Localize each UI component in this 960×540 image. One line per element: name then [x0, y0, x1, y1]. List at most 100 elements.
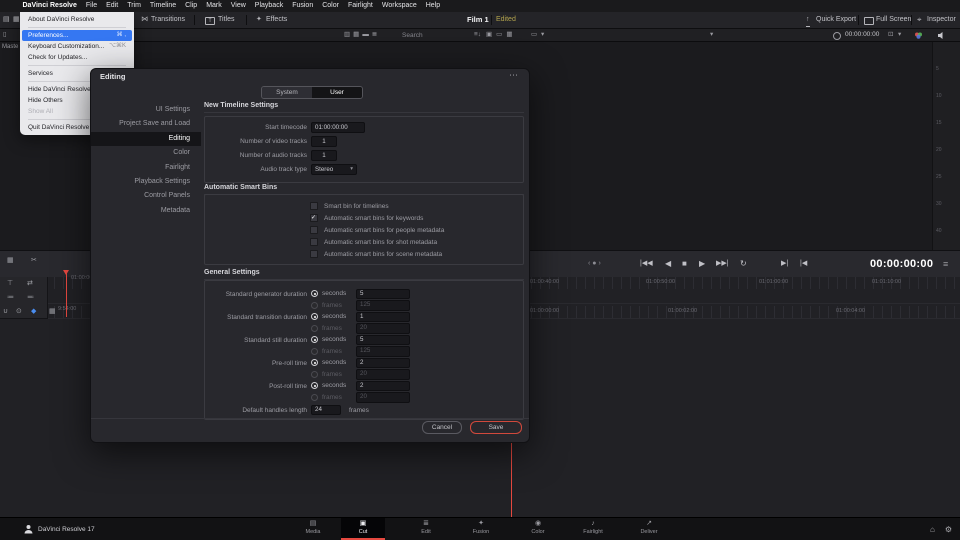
- page-tab[interactable]: ↗ Deliver: [627, 518, 671, 540]
- page-tab[interactable]: ◉ Color: [516, 518, 560, 540]
- inspector-button[interactable]: Inspector: [927, 12, 956, 28]
- prefs-sidebar-item[interactable]: Metadata: [91, 204, 201, 218]
- go-to-end-button[interactable]: ▶▶|: [716, 251, 729, 277]
- edit-tool-icon[interactable]: ⊙: [16, 307, 22, 315]
- full-screen-button[interactable]: Full Screen: [876, 12, 911, 28]
- prefs-sidebar-item[interactable]: Project Save and Load: [91, 117, 201, 131]
- prefs-sidebar-item[interactable]: Fairlight: [91, 161, 201, 175]
- chevron-down-icon[interactable]: ▾: [541, 29, 544, 41]
- search-input[interactable]: [400, 30, 466, 41]
- speaker-icon[interactable]: [938, 32, 946, 39]
- settings-gear-icon[interactable]: ⚙: [945, 525, 952, 534]
- seconds-radio[interactable]: [311, 382, 318, 390]
- seconds-field[interactable]: 1: [356, 311, 410, 322]
- menubar-item[interactable]: Edit: [102, 0, 123, 12]
- seconds-radio[interactable]: [311, 290, 318, 298]
- play-button[interactable]: ▶: [699, 251, 705, 277]
- media-pool-icon[interactable]: ▤: [3, 12, 10, 28]
- menu-item[interactable]: About DaVinci Resolve: [20, 14, 134, 25]
- viewer-mode-icon[interactable]: ▣: [486, 29, 492, 41]
- frames-radio[interactable]: [311, 347, 318, 355]
- prefs-sidebar-item[interactable]: Control Panels: [91, 189, 201, 203]
- menubar-item[interactable]: Timeline: [145, 0, 180, 12]
- go-to-start-button[interactable]: |◀◀: [640, 251, 653, 277]
- checkbox[interactable]: [310, 202, 318, 210]
- page-tab[interactable]: ≣ Edit: [404, 518, 448, 540]
- view-mode-icon[interactable]: ▦: [353, 29, 359, 41]
- prefs-tab[interactable]: User: [312, 87, 362, 98]
- checkbox[interactable]: [310, 214, 318, 222]
- menubar-item[interactable]: Trim: [123, 0, 146, 12]
- timeline-options-menu-icon[interactable]: ≡: [943, 251, 948, 277]
- audio-track-type-select[interactable]: Stereo ▾: [311, 164, 357, 176]
- view-mode-icon[interactable]: ≣: [372, 29, 377, 41]
- prefs-tab[interactable]: System: [262, 87, 312, 98]
- menubar-item[interactable]: Color: [318, 0, 344, 12]
- cancel-button[interactable]: Cancel: [422, 421, 462, 434]
- seconds-radio[interactable]: [311, 359, 318, 367]
- menu-item[interactable]: [28, 65, 126, 66]
- view-mode-icon[interactable]: ▬: [362, 29, 369, 41]
- seconds-field[interactable]: 2: [356, 357, 410, 368]
- seconds-radio[interactable]: [311, 336, 318, 344]
- prefs-sidebar-item[interactable]: UI Settings: [91, 103, 201, 117]
- main-playhead-line[interactable]: [511, 443, 512, 518]
- frames-field[interactable]: 20: [356, 323, 410, 334]
- seconds-field[interactable]: 5: [356, 288, 410, 299]
- panel-toggle-icon[interactable]: ▯: [3, 29, 7, 41]
- audio-tracks-field[interactable]: 1: [311, 149, 337, 161]
- frames-field[interactable]: 20: [356, 369, 410, 380]
- mini-playhead-line[interactable]: [66, 273, 67, 317]
- frames-field[interactable]: 125: [356, 346, 410, 357]
- go-to-in-button[interactable]: |◀: [800, 251, 807, 277]
- stop-button[interactable]: ■: [682, 251, 687, 277]
- menubar-item[interactable]: Help: [421, 0, 444, 12]
- menu-item[interactable]: [28, 27, 126, 28]
- sort-icon[interactable]: ≡↓: [474, 29, 481, 41]
- menubar-item[interactable]: DaVinci Resolve: [18, 0, 81, 12]
- video-tracks-field[interactable]: 1: [311, 135, 337, 147]
- view-mode-icon[interactable]: ▥: [344, 29, 350, 41]
- edit-tool-icon[interactable]: ✂: [31, 256, 37, 264]
- seconds-field[interactable]: 2: [356, 380, 410, 391]
- checkbox[interactable]: [310, 238, 318, 246]
- frames-field[interactable]: 125: [356, 300, 410, 311]
- page-tab[interactable]: ♪ Fairlight: [571, 518, 615, 540]
- play-reverse-button[interactable]: ◀: [665, 251, 671, 277]
- menubar-item[interactable]: Fairlight: [343, 0, 377, 12]
- zoom-tool-icon[interactable]: ⊡: [888, 29, 893, 41]
- edit-tool-icon[interactable]: ≔: [7, 293, 14, 301]
- edit-tool-icon[interactable]: ∪: [3, 307, 8, 315]
- edit-tool-icon[interactable]: ⇄: [27, 279, 33, 287]
- dialog-options-icon[interactable]: ⋯: [509, 70, 519, 81]
- frames-radio[interactable]: [311, 393, 318, 401]
- chevron-down-icon[interactable]: ▾: [898, 29, 901, 41]
- titles-button[interactable]: Titles: [218, 12, 234, 28]
- menu-item[interactable]: Preferences... ⌘ ,: [22, 30, 132, 41]
- menu-item[interactable]: Keyboard Customization... ⌥⌘K: [20, 41, 134, 52]
- loop-button[interactable]: ↻: [740, 251, 747, 277]
- transitions-button[interactable]: Transitions: [151, 12, 185, 28]
- page-tab[interactable]: ✦ Fusion: [459, 518, 503, 540]
- prefs-sidebar-item[interactable]: Color: [91, 146, 201, 160]
- checkbox[interactable]: [310, 226, 318, 234]
- frames-radio[interactable]: [311, 370, 318, 378]
- edit-tool-icon[interactable]: ▦: [49, 307, 56, 315]
- prefs-sidebar-item[interactable]: Playback Settings: [91, 175, 201, 189]
- go-to-out-button[interactable]: ▶|: [781, 251, 788, 277]
- menubar-item[interactable]: Fusion: [288, 0, 318, 12]
- viewer-mode-icon[interactable]: ▦: [506, 29, 512, 41]
- start-timecode-field[interactable]: 01:00:00:00: [311, 121, 365, 133]
- edit-tool-icon[interactable]: ◆: [31, 307, 36, 315]
- bin-view-icon[interactable]: ▦: [13, 12, 20, 28]
- menu-item[interactable]: Check for Updates...: [20, 52, 134, 63]
- menubar-item[interactable]: File: [81, 0, 101, 12]
- page-tab[interactable]: ▤ Media: [291, 518, 335, 540]
- frames-field[interactable]: 20: [356, 392, 410, 403]
- menubar-item[interactable]: Clip: [181, 0, 202, 12]
- prefs-sidebar-item[interactable]: Editing: [91, 131, 201, 147]
- seconds-field[interactable]: 5: [356, 334, 410, 345]
- default-handles-field[interactable]: 24: [311, 404, 341, 416]
- jog-control[interactable]: ‹ ● ›: [588, 251, 601, 277]
- viewer-mode-icon[interactable]: ▭: [496, 29, 502, 41]
